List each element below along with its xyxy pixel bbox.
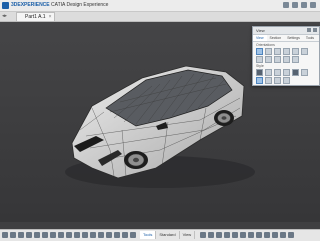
zoom-in-icon[interactable] [216, 232, 222, 238]
sketch-icon[interactable] [66, 232, 72, 238]
copy-icon[interactable] [34, 232, 40, 238]
action-bar: Tools Standard View [0, 229, 320, 241]
titlebar-actions [283, 2, 316, 8]
tab-settings[interactable]: Settings [284, 35, 303, 41]
ground-icon[interactable] [274, 77, 281, 84]
search-icon[interactable] [256, 77, 263, 84]
app-logo-icon [2, 2, 9, 9]
share-icon[interactable] [283, 2, 289, 8]
wheel-rear [214, 110, 234, 126]
panel-tabs: View Section Settings Tools [253, 35, 319, 42]
material-icon[interactable] [292, 69, 299, 76]
tab-close-icon[interactable]: × [49, 13, 52, 21]
action-bar-left-icons [2, 232, 136, 238]
style-row-2 [256, 77, 316, 84]
view-options-panel: View View Section Settings Tools Orienta… [252, 26, 320, 86]
pattern-icon[interactable] [122, 232, 128, 238]
shadow-icon[interactable] [283, 77, 290, 84]
zoom-icon[interactable] [274, 56, 281, 63]
shading-edges-icon[interactable] [265, 69, 272, 76]
title-bar: 3DEXPERIENCE CATIA Design Experience [0, 0, 320, 12]
tab-view[interactable]: View [180, 231, 196, 239]
iso-icon[interactable] [240, 232, 246, 238]
paste-icon[interactable] [42, 232, 48, 238]
pad-icon[interactable] [74, 232, 80, 238]
chamfer-icon[interactable] [106, 232, 112, 238]
front-icon[interactable] [232, 232, 238, 238]
pan-icon[interactable] [283, 56, 290, 63]
properties-icon[interactable] [256, 232, 262, 238]
tab-tools[interactable]: Tools [303, 35, 317, 41]
left-view-icon[interactable] [274, 48, 281, 55]
shading-icon[interactable] [256, 69, 263, 76]
app-name: CATIA Design Experience [51, 2, 109, 8]
close-icon[interactable] [313, 28, 317, 32]
rotate-icon[interactable] [292, 56, 299, 63]
search-icon[interactable] [292, 2, 298, 8]
wheel-front [124, 151, 148, 169]
panel-title: View [256, 28, 265, 33]
gear-icon[interactable] [301, 2, 307, 8]
panel-header[interactable]: View [253, 27, 319, 35]
help-icon[interactable] [272, 232, 278, 238]
action-bar-tabs: Tools Standard View [140, 231, 196, 239]
bottom-view-icon[interactable] [301, 48, 308, 55]
perspective-icon[interactable] [265, 77, 272, 84]
app-title: 3DEXPERIENCE CATIA Design Experience [11, 1, 108, 9]
shell-icon[interactable] [90, 232, 96, 238]
layers-icon[interactable] [248, 232, 254, 238]
tab-scroll-arrows[interactable]: ◂▸ [2, 13, 7, 19]
right-view-icon[interactable] [283, 48, 290, 55]
hidden-lines-icon[interactable] [283, 69, 290, 76]
section-orientations-label: Orientations [256, 43, 275, 47]
tab-standard[interactable]: Standard [156, 231, 180, 239]
undo-icon[interactable] [10, 232, 16, 238]
back-view-icon[interactable] [265, 48, 272, 55]
tab-tools[interactable]: Tools [140, 231, 157, 239]
tab-section[interactable]: Section [267, 35, 285, 41]
wireframe-icon[interactable] [274, 69, 281, 76]
document-tab-label: Part1 A.1 [25, 14, 46, 20]
front-view-icon[interactable] [256, 48, 263, 55]
home-icon[interactable] [200, 232, 206, 238]
lighting-icon[interactable] [301, 69, 308, 76]
top-view-icon[interactable] [292, 48, 299, 55]
mirror-icon[interactable] [114, 232, 120, 238]
pocket-icon[interactable] [82, 232, 88, 238]
orientation-row-2 [256, 56, 316, 63]
redo-icon[interactable] [18, 232, 24, 238]
close-icon[interactable] [310, 2, 316, 8]
minimize-icon[interactable] [307, 28, 311, 32]
fit-all-icon[interactable] [265, 56, 272, 63]
document-tab[interactable]: Part1 A.1 × [16, 12, 55, 21]
fillet-icon[interactable] [98, 232, 104, 238]
style-row-1 [256, 69, 316, 76]
fit-icon[interactable] [208, 232, 214, 238]
panel-window-buttons [307, 28, 317, 32]
user-icon[interactable] [288, 232, 294, 238]
measure-icon[interactable] [58, 232, 64, 238]
zoom-out-icon[interactable] [224, 232, 230, 238]
action-bar-right-icons [200, 232, 294, 238]
capture-icon[interactable] [264, 232, 270, 238]
app-brand: 3DEXPERIENCE [11, 2, 50, 8]
select-icon[interactable] [2, 232, 8, 238]
orientation-row-1 [256, 48, 316, 55]
iso-view-icon[interactable] [256, 56, 263, 63]
tab-view[interactable]: View [253, 35, 267, 41]
settings-icon[interactable] [280, 232, 286, 238]
delete-icon[interactable] [50, 232, 56, 238]
section-style-label: Style [256, 64, 264, 68]
cut-icon[interactable] [26, 232, 32, 238]
render-icon[interactable] [130, 232, 136, 238]
